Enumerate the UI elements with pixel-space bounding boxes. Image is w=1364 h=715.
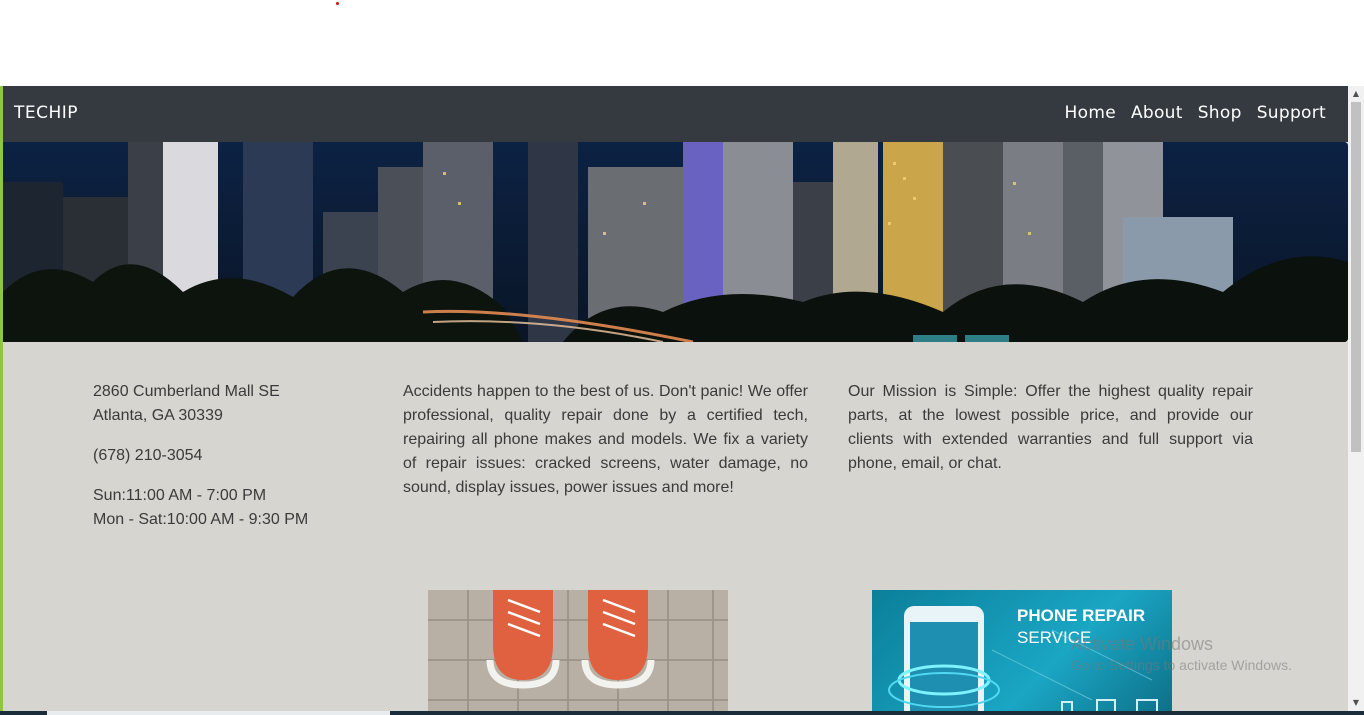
- vertical-scrollbar[interactable]: ▲ ▼: [1348, 86, 1364, 711]
- skyline-illustration: [3, 142, 1348, 342]
- scroll-thumb[interactable]: [1351, 102, 1361, 452]
- navbar: TECHIP Home About Shop Support: [3, 86, 1348, 142]
- browser-frame: TECHIP Home About Shop Support 2860 Cumb…: [0, 86, 1364, 715]
- nav-link-shop[interactable]: Shop: [1198, 103, 1242, 123]
- red-dot: [336, 2, 339, 5]
- mission-text: Our Mission is Simple: Offer the highest…: [848, 383, 1253, 472]
- scroll-up-arrow-icon[interactable]: ▲: [1348, 86, 1364, 102]
- scroll-down-arrow-icon[interactable]: ▼: [1348, 695, 1364, 711]
- taskbar-highlight: [47, 711, 390, 715]
- page-viewport: TECHIP Home About Shop Support 2860 Cumb…: [3, 86, 1348, 711]
- watermark-line2: Go to Settings to activate Windows.: [1071, 657, 1292, 673]
- address-line1: 2860 Cumberland Mall SE: [93, 383, 280, 400]
- hours-sunday: Sun:11:00 AM - 7:00 PM: [93, 487, 267, 504]
- phone-number[interactable]: (678) 210-3054: [93, 447, 202, 464]
- nav-link-about[interactable]: About: [1131, 103, 1183, 123]
- nav-link-support[interactable]: Support: [1257, 103, 1326, 123]
- address-line2: Atlanta, GA 30339: [93, 407, 223, 424]
- top-whitespace: [0, 0, 1364, 86]
- watermark-line1: Activate Windows: [1071, 634, 1214, 654]
- nav-link-home[interactable]: Home: [1065, 103, 1116, 123]
- contact-info: 2860 Cumberland Mall SE Atlanta, GA 3033…: [93, 380, 373, 548]
- nav-links: Home About Shop Support: [1065, 103, 1326, 123]
- windows-activation-watermark: Activate Windows Go to Settings to activ…: [1071, 634, 1292, 673]
- sneakers-illustration: [428, 590, 728, 711]
- brand-logo[interactable]: TECHIP: [14, 103, 78, 123]
- hero-city-skyline-image: [3, 142, 1348, 342]
- about-text: Accidents happen to the best of us. Don'…: [403, 383, 808, 496]
- hours-weekdays: Mon - Sat:10:00 AM - 9:30 PM: [93, 511, 309, 528]
- sneakers-image: [428, 590, 728, 711]
- phone-banner-line1: PHONE REPAIR: [1017, 606, 1146, 625]
